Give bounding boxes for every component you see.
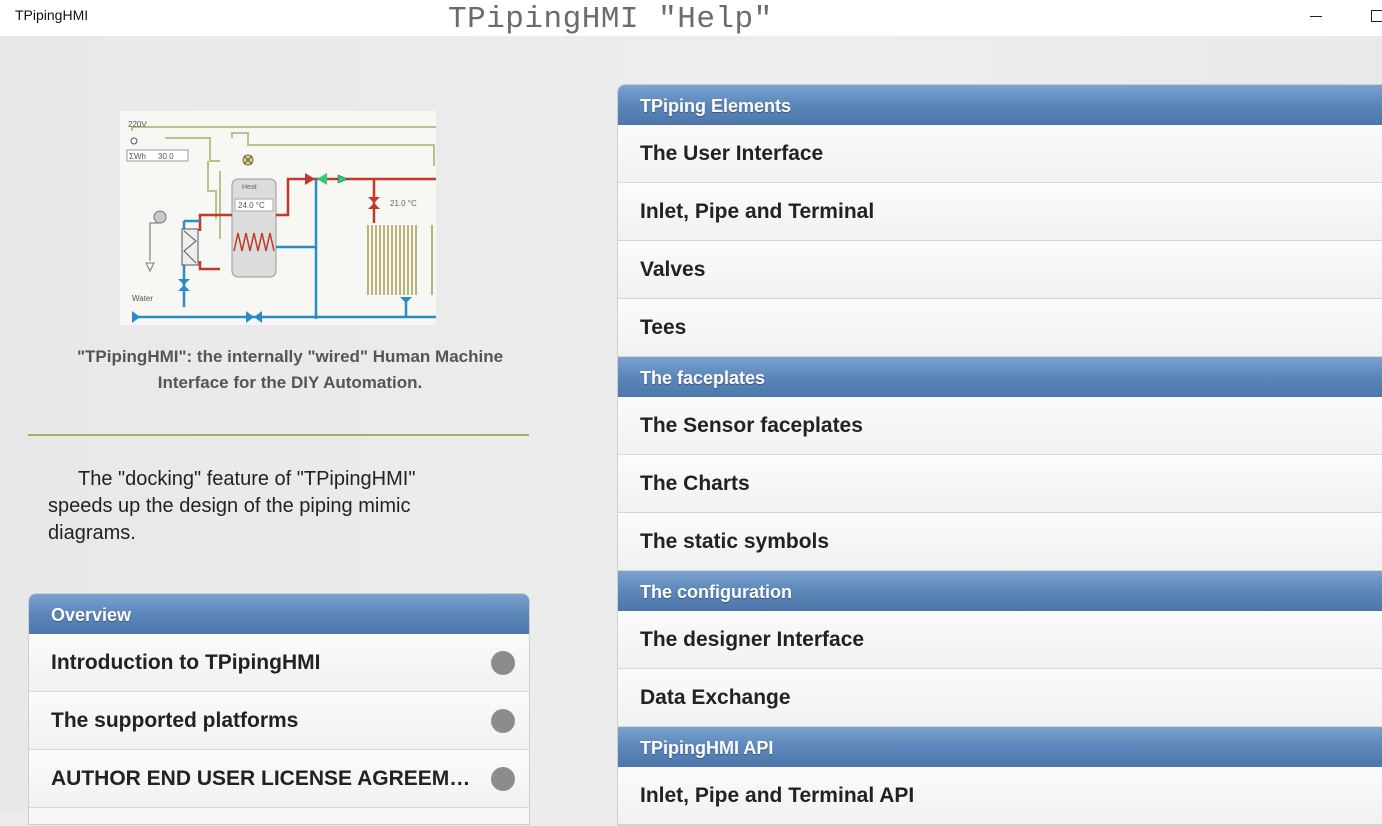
page-heading: TPipingHMI "Help" [448,2,773,37]
app-title: TPipingHMI [15,7,89,23]
topic-sensor-faceplates[interactable]: The Sensor faceplates [618,397,1382,455]
topic-tees[interactable]: Tees [618,299,1382,357]
piping-mimic-image: 220V ΣWh 30.0 Heat 24.0 °C 21.0 °C Water [120,111,436,325]
status-dot-icon [491,651,515,675]
overview-item-label: AUTHOR END USER LICENSE AGREEMENT [51,767,492,790]
minimize-button[interactable] [1303,4,1329,28]
maximize-button[interactable] [1360,4,1382,28]
overview-item-license[interactable]: AUTHOR END USER LICENSE AGREEMENT [29,750,529,808]
overview-item-platforms[interactable]: The supported platforms [29,692,529,750]
docking-description: The "docking" feature of "TPipingHMI" sp… [48,468,416,544]
topic-data-exchange[interactable]: Data Exchange [618,669,1382,727]
topic-inlet-pipe-terminal-api[interactable]: Inlet, Pipe and Terminal API [618,767,1382,825]
svg-text:30.0: 30.0 [158,152,174,161]
intro-caption: "TPipingHMI": the internally "wired" Hum… [76,347,504,392]
status-dot-icon [491,767,515,791]
divider [28,434,529,436]
topic-valves[interactable]: Valves [618,241,1382,299]
status-dot-icon [491,709,515,733]
group-header-faceplates: The faceplates [618,357,1382,397]
overview-item-introduction[interactable]: Introduction to TPipingHMI [29,634,529,692]
topic-inlet-pipe-terminal[interactable]: Inlet, Pipe and Terminal [618,183,1382,241]
svg-text:21.0 °C: 21.0 °C [390,199,417,208]
topics-panel: TPiping Elements The User Interface Inle… [617,84,1382,826]
topic-charts[interactable]: The Charts [618,455,1382,513]
topic-user-interface[interactable]: The User Interface [618,125,1382,183]
topic-static-symbols[interactable]: The static symbols [618,513,1382,571]
overview-item-label: Introduction to TPipingHMI [51,651,321,674]
svg-text:24.0 °C: 24.0 °C [238,201,265,210]
topic-designer-interface[interactable]: The designer Interface [618,611,1382,669]
title-bar: TPipingHMI TPipingHMI "Help" [0,0,1382,37]
svg-text:220V: 220V [128,120,147,129]
svg-text:Water: Water [132,294,153,303]
group-header-elements: TPiping Elements [618,85,1382,125]
overview-header: Overview [29,594,529,634]
svg-text:ΣWh: ΣWh [129,152,146,161]
overview-item-label: The supported platforms [51,709,299,732]
svg-text:Heat: Heat [242,184,257,191]
group-header-configuration: The configuration [618,571,1382,611]
overview-panel: Overview Introduction to TPipingHMI The … [28,593,530,825]
group-header-api: TPipingHMI API [618,727,1382,767]
